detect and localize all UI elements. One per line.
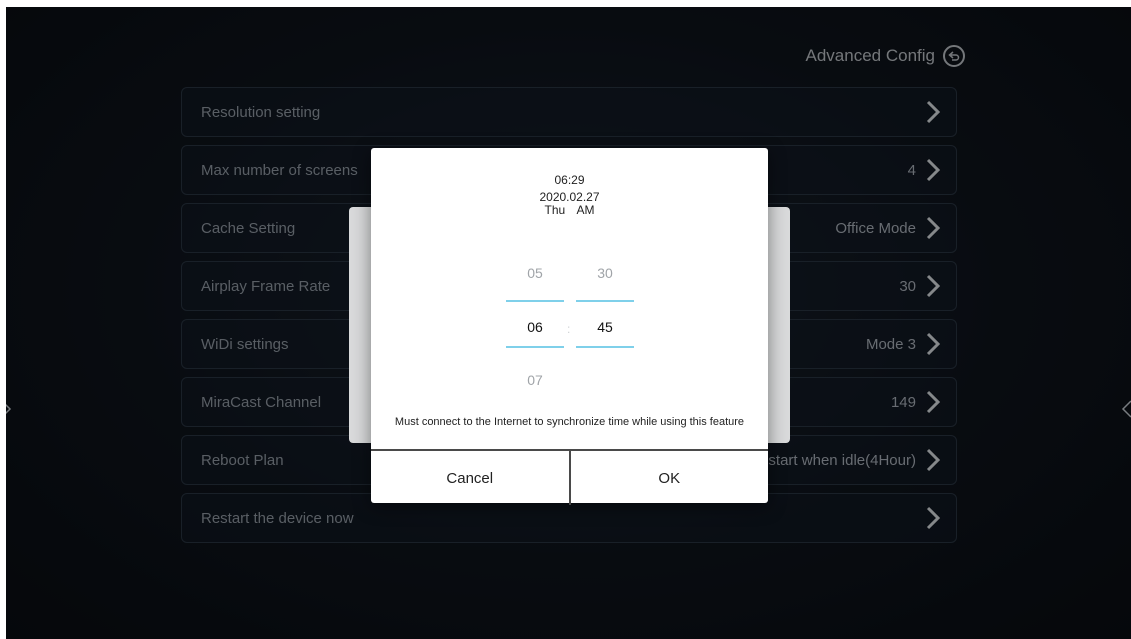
- minute-selection-line-bottom: [576, 346, 634, 348]
- dialog-time: 06:29: [554, 173, 585, 187]
- minute-prev[interactable]: 30: [576, 265, 634, 281]
- minute-current[interactable]: 45: [576, 319, 634, 335]
- sync-notice: Must connect to the Internet to synchron…: [394, 416, 745, 428]
- ok-button[interactable]: OK: [571, 451, 769, 505]
- hour-prev[interactable]: 05: [506, 265, 564, 281]
- minute-picker[interactable]: 30 45: [576, 148, 634, 388]
- hour-selection-line-top: [506, 300, 564, 302]
- time-picker-dialog: 06:29 2020.02.27 Thu AM 05 06 07 : 30 45…: [371, 148, 768, 505]
- hour-picker[interactable]: 05 06 07: [506, 148, 564, 388]
- time-separator: :: [567, 322, 571, 336]
- dialog-button-bar: Cancel OK: [371, 449, 768, 505]
- dialog-date: 2020.02.27: [539, 190, 600, 204]
- hour-next[interactable]: 07: [506, 372, 564, 388]
- cancel-button[interactable]: Cancel: [371, 451, 569, 505]
- hour-current[interactable]: 06: [506, 319, 564, 335]
- screen: Advanced Config Resolution setting Max n…: [6, 7, 1131, 639]
- hour-selection-line-bottom: [506, 346, 564, 348]
- dialog-day-ampm: Thu AM: [371, 203, 768, 217]
- minute-selection-line-top: [576, 300, 634, 302]
